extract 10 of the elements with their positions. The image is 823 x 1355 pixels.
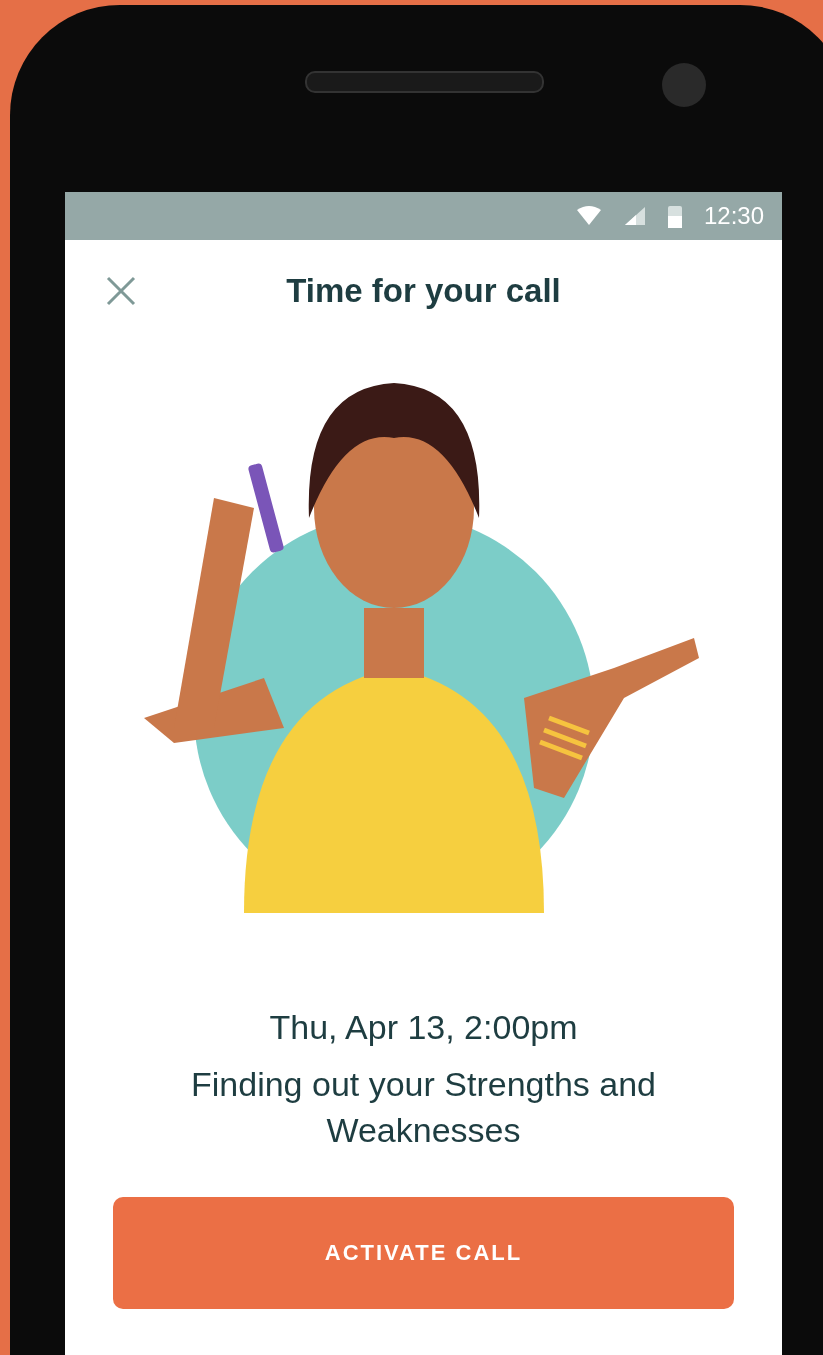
call-topic: Finding out your Strengths and Weaknesses [190, 1064, 657, 1151]
activate-call-button[interactable]: ACTIVATE CALL [113, 1197, 734, 1309]
close-icon[interactable] [105, 275, 137, 307]
status-time: 12:30 [703, 202, 764, 230]
signal-icon [623, 206, 646, 226]
battery-icon [667, 204, 682, 228]
call-datetime: Thu, Apr 13, 2:00pm [269, 1008, 578, 1047]
wifi-icon [575, 206, 602, 226]
screen-title: Time for your call [286, 271, 561, 310]
camera-icon [662, 63, 706, 107]
